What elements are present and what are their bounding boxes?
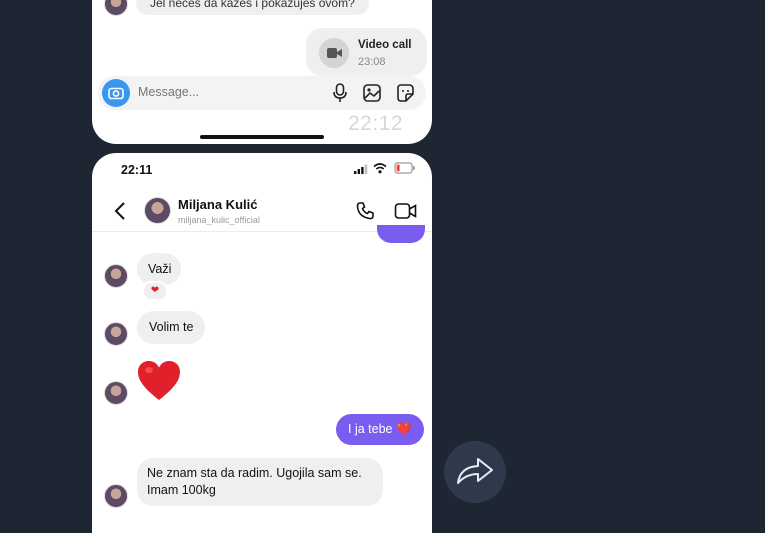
video-call-time: 23:08	[358, 56, 386, 68]
reaction-heart[interactable]: ❤	[142, 281, 168, 301]
bottom-chat-screen: 22:11 Miljana Kulić miljana_kulic_offici…	[92, 153, 432, 533]
reaction-text: ❤	[150, 285, 160, 296]
status-time: 22:11	[121, 163, 153, 177]
previous-outgoing-bubble	[377, 225, 425, 243]
message-composer	[98, 76, 426, 110]
message-text: Ne znam sta da radim. Ugojila sam se. Im…	[147, 466, 362, 497]
share-button[interactable]	[444, 441, 506, 503]
heart-emoji-message[interactable]: ❤️	[137, 360, 181, 402]
microphone-icon[interactable]	[330, 82, 350, 104]
video-call-title: Video call	[358, 39, 412, 51]
phone-icon[interactable]	[355, 201, 375, 221]
back-chevron-icon[interactable]	[114, 201, 126, 221]
signal-icon	[354, 164, 368, 174]
top-chat-screen: Jel nećeš da kažeš i pokazuješ ovom? Vid…	[92, 0, 432, 144]
wifi-icon	[373, 162, 387, 174]
home-indicator	[200, 135, 324, 139]
battery-icon	[394, 162, 416, 174]
heart-icon	[138, 361, 180, 400]
video-icon[interactable]	[394, 202, 418, 220]
message-bubble: Jel nećeš da kažeš i pokazuješ ovom?	[136, 0, 369, 15]
contact-avatar	[104, 264, 128, 288]
message-bubble[interactable]: Volim te	[137, 311, 206, 344]
sticker-icon[interactable]	[395, 83, 415, 103]
overlay-timestamp: 22:12	[348, 112, 404, 135]
message-input[interactable]	[136, 84, 310, 100]
video-call-bubble[interactable]: Video call 23:08	[306, 28, 427, 76]
contact-avatar	[104, 322, 128, 346]
contact-avatar	[104, 381, 128, 405]
outgoing-message-bubble[interactable]: I ja tebe ❤️	[336, 414, 424, 445]
message-text: Volim te	[149, 320, 194, 334]
message-text: Jel nećeš da kažeš i pokazuješ ovom?	[150, 0, 355, 10]
video-camera-icon	[319, 38, 349, 68]
contact-avatar	[104, 0, 128, 16]
contact-avatar[interactable]	[144, 197, 171, 224]
camera-icon[interactable]	[102, 79, 130, 107]
contact-avatar	[104, 484, 128, 508]
contact-name[interactable]: Miljana Kulić	[178, 197, 257, 212]
message-text: I ja tebe ❤️	[348, 422, 412, 436]
message-text: Važi	[148, 262, 172, 276]
gallery-icon[interactable]	[362, 83, 382, 103]
share-arrow-icon	[454, 455, 496, 487]
message-bubble[interactable]: Ne znam sta da radim. Ugojila sam se. Im…	[137, 458, 383, 506]
contact-handle: miljana_kulic_official	[178, 215, 260, 225]
